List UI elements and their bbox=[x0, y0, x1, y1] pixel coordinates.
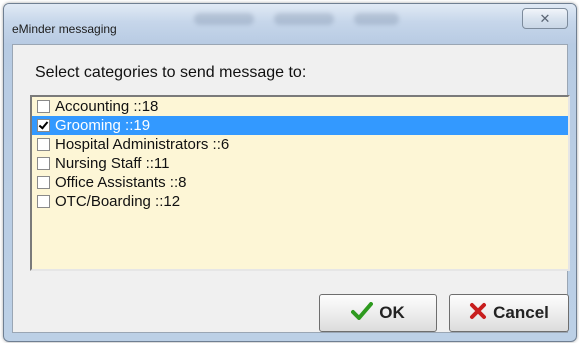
cancel-button[interactable]: Cancel bbox=[449, 294, 569, 332]
title-bar[interactable]: eMinder messaging ✕ bbox=[4, 4, 576, 44]
ok-button-label: OK bbox=[379, 303, 405, 322]
blurred-background-text bbox=[194, 13, 254, 25]
category-checkbox[interactable] bbox=[37, 176, 50, 189]
category-item[interactable]: Nursing Staff ::11 bbox=[32, 154, 568, 173]
category-listbox[interactable]: Accounting ::18Grooming ::19Hospital Adm… bbox=[30, 95, 570, 271]
instruction-label: Select categories to send message to: bbox=[35, 64, 307, 81]
category-item[interactable]: Office Assistants ::8 bbox=[32, 173, 568, 192]
category-checkbox[interactable] bbox=[37, 138, 50, 151]
dialog-window: eMinder messaging ✕ Select categories to… bbox=[3, 3, 577, 342]
category-checkbox[interactable] bbox=[37, 157, 50, 170]
category-label: Grooming ::19 bbox=[55, 117, 151, 134]
category-checkbox[interactable] bbox=[37, 100, 50, 113]
category-checkbox[interactable] bbox=[37, 119, 50, 132]
ok-button[interactable]: OK bbox=[319, 294, 437, 332]
cancel-button-label: Cancel bbox=[493, 303, 549, 322]
category-item[interactable]: Grooming ::19 bbox=[32, 116, 568, 135]
dialog-body: Select categories to send message to: Ac… bbox=[12, 44, 570, 333]
category-item[interactable]: OTC/Boarding ::12 bbox=[32, 192, 568, 211]
close-button[interactable]: ✕ bbox=[522, 8, 568, 29]
category-item[interactable]: Hospital Administrators ::6 bbox=[32, 135, 568, 154]
category-label: Accounting ::18 bbox=[55, 98, 159, 115]
window-title: eMinder messaging bbox=[12, 22, 117, 36]
category-item[interactable]: Accounting ::18 bbox=[32, 97, 568, 116]
x-icon bbox=[469, 302, 487, 325]
category-label: OTC/Boarding ::12 bbox=[55, 193, 181, 210]
close-icon: ✕ bbox=[539, 10, 551, 26]
category-checkbox[interactable] bbox=[37, 195, 50, 208]
category-label: Nursing Staff ::11 bbox=[55, 155, 170, 172]
blurred-background-text bbox=[354, 13, 399, 25]
category-label: Office Assistants ::8 bbox=[55, 174, 187, 191]
blurred-background-text bbox=[274, 13, 334, 25]
checkmark-icon bbox=[351, 301, 374, 325]
category-label: Hospital Administrators ::6 bbox=[55, 136, 230, 153]
